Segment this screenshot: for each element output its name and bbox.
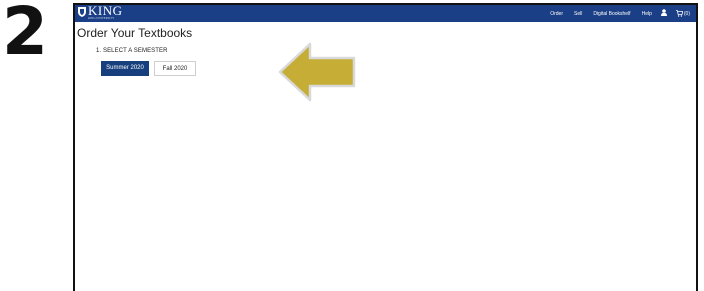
cart-button[interactable]: (0) [675, 10, 690, 17]
cart-count: (0) [683, 10, 690, 17]
top-navbar: KING KING UNIVERSITY Order Sell Digital … [75, 4, 696, 22]
nav-help-link[interactable]: Help [642, 11, 652, 17]
select-semester-label: 1. SELECT A SEMESTER [96, 48, 168, 54]
cart-icon [675, 10, 683, 17]
nav-links: Order Sell Digital Bookshelf Help (0) [539, 5, 690, 22]
browser-screenshot-frame: KING KING UNIVERSITY Order Sell Digital … [73, 3, 698, 291]
brand-tagline: KING UNIVERSITY [88, 16, 115, 20]
step-number: 2 [2, 0, 48, 70]
king-logo[interactable]: KING KING UNIVERSITY [78, 4, 123, 22]
arrow-left-icon [278, 42, 356, 102]
semester-summer-2020-button[interactable]: Summer 2020 [101, 61, 149, 76]
nav-digital-bookshelf-link[interactable]: Digital Bookshelf [593, 11, 630, 17]
semester-fall-2020-button[interactable]: Fall 2020 [154, 61, 196, 76]
page-title: Order Your Textbooks [77, 26, 193, 40]
user-icon[interactable] [660, 9, 667, 18]
shield-icon [78, 7, 86, 17]
nav-order-link[interactable]: Order [550, 11, 563, 17]
nav-sell-link[interactable]: Sell [574, 11, 582, 17]
